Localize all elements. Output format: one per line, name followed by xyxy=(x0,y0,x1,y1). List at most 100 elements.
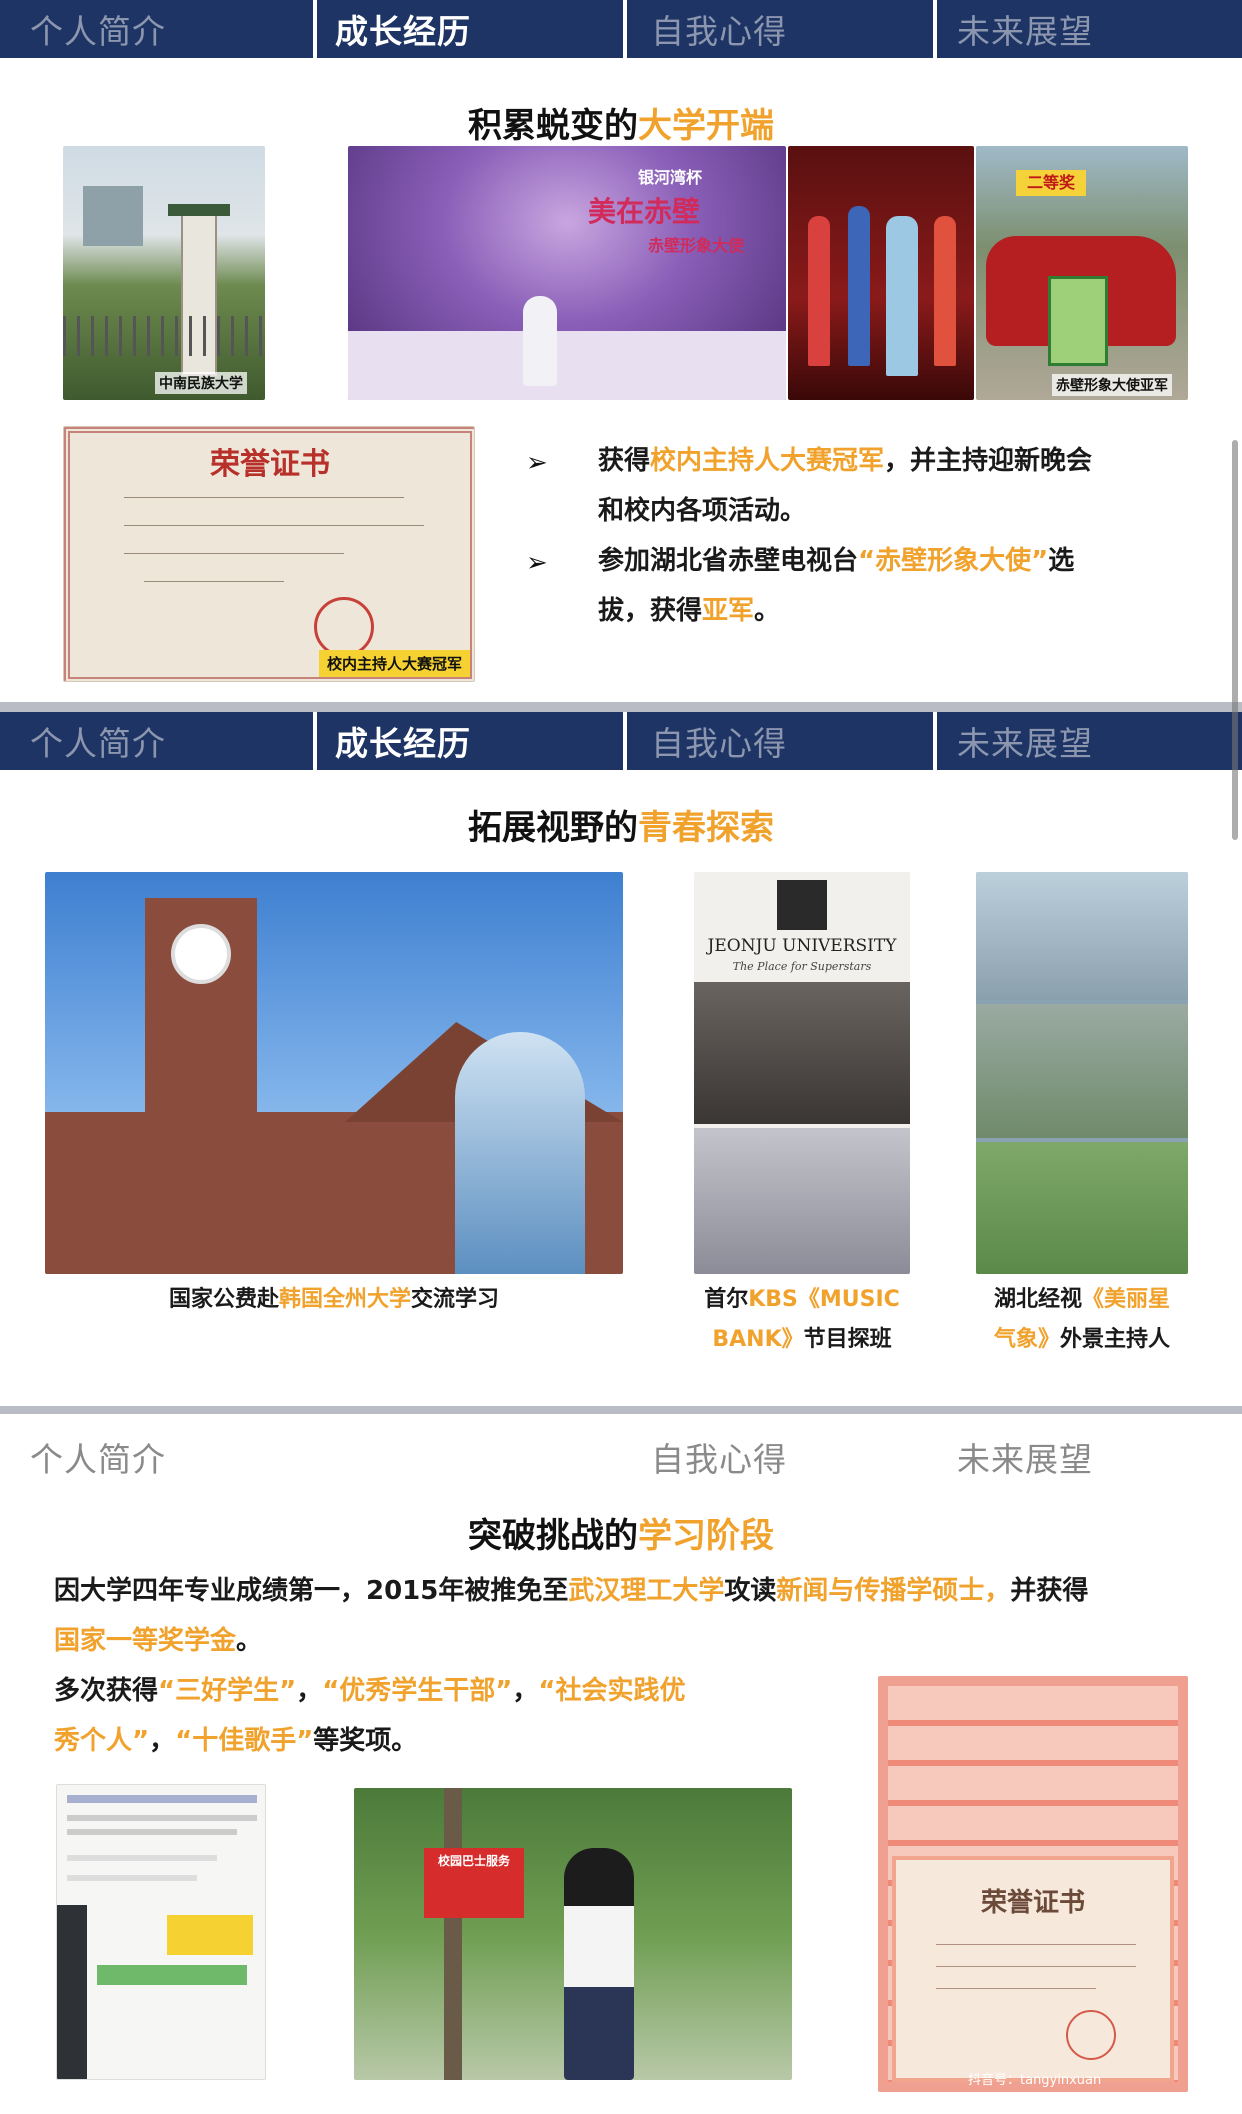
tab-reflection[interactable]: 自我心得 xyxy=(627,712,933,770)
tab-growth[interactable]: 成长经历 xyxy=(317,712,623,770)
title-part: 拓展视野的 xyxy=(468,808,638,848)
jeonju-campus-photo xyxy=(45,872,623,1274)
title-part: 积累蜕变的 xyxy=(468,106,638,146)
text-line xyxy=(936,1988,1096,1989)
text: 首尔 xyxy=(704,1287,749,1312)
text: 湖北经视 xyxy=(993,1287,1082,1312)
text: 节目探班 xyxy=(803,1327,892,1352)
university-logo xyxy=(777,880,827,930)
group-photo-2 xyxy=(694,1128,910,1274)
arrow-bullet-icon: ➢ xyxy=(526,548,548,578)
text: 国家公费赴 xyxy=(168,1287,279,1312)
campus-gate-photo: 中南民族大学 xyxy=(63,146,265,400)
banner-subtext: 赤壁形象大使 xyxy=(648,236,745,255)
title-highlight: 学习阶段 xyxy=(638,1516,774,1556)
nav-tabbar: 个人简介 成长经历 自我心得 未来展望 xyxy=(0,1428,1242,1486)
text: 等奖项。 xyxy=(313,1726,418,1756)
clock-face xyxy=(171,924,231,984)
text-highlight: KBS《MUSIC xyxy=(748,1287,900,1312)
text: 并获得 xyxy=(1010,1576,1089,1606)
text: 多次获得 xyxy=(54,1676,159,1706)
tab-profile[interactable]: 个人简介 xyxy=(0,712,313,770)
caption-exchange: 国家公费赴韩国全州大学交流学习 xyxy=(45,1280,623,1320)
certificate-caption: 校内主持人大赛冠军 xyxy=(318,650,470,677)
student xyxy=(564,1848,634,2080)
caption-weather: 湖北经视《美丽星 气象》外景主持人 xyxy=(964,1280,1200,1360)
text-line xyxy=(67,1815,257,1821)
slide-university-start: 个人简介 成长经历 自我心得 未来展望 积累蜕变的大学开端 中南民族大学 美在赤… xyxy=(0,0,1242,702)
paragraph-graduate: 因大学四年专业成绩第一，2015年被推免至武汉理工大学攻读新闻与传播学硕士，并获… xyxy=(54,1566,1204,1666)
tab-outlook[interactable]: 未来展望 xyxy=(937,712,1242,770)
text: 。 xyxy=(754,596,781,626)
text-highlight: 《美丽星 xyxy=(1082,1287,1171,1312)
text: 。 xyxy=(236,1626,263,1656)
weather-host-photo xyxy=(976,872,1188,1274)
tab-growth[interactable]: 成长经历 xyxy=(317,0,623,58)
section-title: 突破挑战的学习阶段 xyxy=(0,1508,1242,1557)
nav-tabbar: 个人简介 成长经历 自我心得 未来展望 xyxy=(0,0,1242,58)
award-board xyxy=(1048,276,1108,366)
text-highlight: 亚军 xyxy=(702,596,755,626)
text-highlight: “十佳歌手” xyxy=(175,1726,314,1756)
stage-performance-photo: 美在赤壁 赤壁形象大使 银河湾杯 xyxy=(348,146,786,400)
tab-outlook[interactable]: 未来展望 xyxy=(937,1428,1242,1486)
tab-outlook[interactable]: 未来展望 xyxy=(937,0,1242,58)
text: 获得 xyxy=(598,446,651,476)
tab-profile[interactable]: 个人简介 xyxy=(0,1428,313,1486)
text-highlight: “优秀学生干部” xyxy=(322,1676,513,1706)
text-highlight: “三好学生” xyxy=(158,1676,297,1706)
bullet-host-champion: 获得校内主持人大赛冠军，并主持迎新晚会 xyxy=(598,436,1198,486)
group-photo-1 xyxy=(694,982,910,1124)
text: ， xyxy=(512,1676,539,1706)
fence xyxy=(63,316,265,356)
status-bar xyxy=(97,1965,247,1985)
tab-reflection[interactable]: 自我心得 xyxy=(627,1428,933,1486)
text-line xyxy=(936,1944,1136,1945)
title-part: 突破挑战的 xyxy=(468,1516,638,1556)
event-logo: 银河湾杯 xyxy=(638,168,703,187)
text-line xyxy=(67,1829,237,1835)
car-award-photo: 二等奖 赤壁形象大使亚军 xyxy=(976,146,1188,400)
scrollbar[interactable] xyxy=(1232,440,1238,840)
top-certificate: 荣誉证书 xyxy=(892,1856,1174,2082)
photo-caption: 中南民族大学 xyxy=(155,372,247,394)
text-highlight: 武汉理工大学 xyxy=(568,1576,725,1606)
bullet-host-champion-cont: 和校内各项活动。 xyxy=(598,496,807,526)
pageant-photo xyxy=(788,146,974,400)
certificate-stack-photo: 荣誉证书 抖音号：tangyinxuan xyxy=(878,1676,1188,2092)
frame-3 xyxy=(976,1142,1188,1274)
honor-certificate-photo: 荣誉证书 校内主持人大赛冠军 xyxy=(63,426,475,682)
tab-reflection[interactable]: 自我心得 xyxy=(627,0,933,58)
tab-growth[interactable]: 成长经历 xyxy=(317,1428,623,1486)
contestant xyxy=(848,206,870,366)
text: ， xyxy=(149,1726,176,1756)
title-highlight: 大学开端 xyxy=(638,106,774,146)
text: ，并主持迎新晚会 xyxy=(884,446,1093,476)
pillar-cap xyxy=(168,204,230,216)
photo-caption: 赤壁形象大使亚军 xyxy=(1052,374,1172,396)
university-name: JEONJU UNIVERSITY xyxy=(707,936,897,956)
text-highlight: 秀个人” xyxy=(54,1726,150,1756)
text: 攻读 xyxy=(724,1576,777,1606)
bullet-ambassador: 参加湖北省赤壁电视台“赤壁形象大使”选 xyxy=(598,536,1198,586)
highlight-label xyxy=(167,1915,253,1955)
text-highlight: 校内主持人大赛冠军 xyxy=(650,446,885,476)
stage-floor xyxy=(348,331,786,400)
section-title: 积累蜕变的大学开端 xyxy=(0,98,1242,147)
banner-text: 美在赤壁 xyxy=(588,195,701,228)
certificate-border xyxy=(64,427,474,681)
seal-stamp xyxy=(1066,2010,1116,2060)
bullet-ambassador-cont: 拔，获得亚军。 xyxy=(598,586,780,636)
tab-profile[interactable]: 个人简介 xyxy=(0,0,313,58)
text-line xyxy=(67,1855,217,1861)
tree-trunk xyxy=(444,1788,462,2080)
contestant xyxy=(808,216,830,366)
campus-portrait-photo: 校园巴士服务 xyxy=(354,1788,792,2080)
admission-notice-photo xyxy=(56,1784,266,2080)
text: 因大学四年专业成绩第一，2015年被推免至 xyxy=(54,1576,569,1606)
building-shape xyxy=(83,186,143,246)
text-highlight: 国家一等奖学金 xyxy=(54,1626,237,1656)
text: 交流学习 xyxy=(411,1287,500,1312)
paragraph-awards: 多次获得“三好学生”，“优秀学生干部”，“社会实践优 秀个人”，“十佳歌手”等奖… xyxy=(54,1666,774,1766)
text-line xyxy=(67,1875,197,1881)
